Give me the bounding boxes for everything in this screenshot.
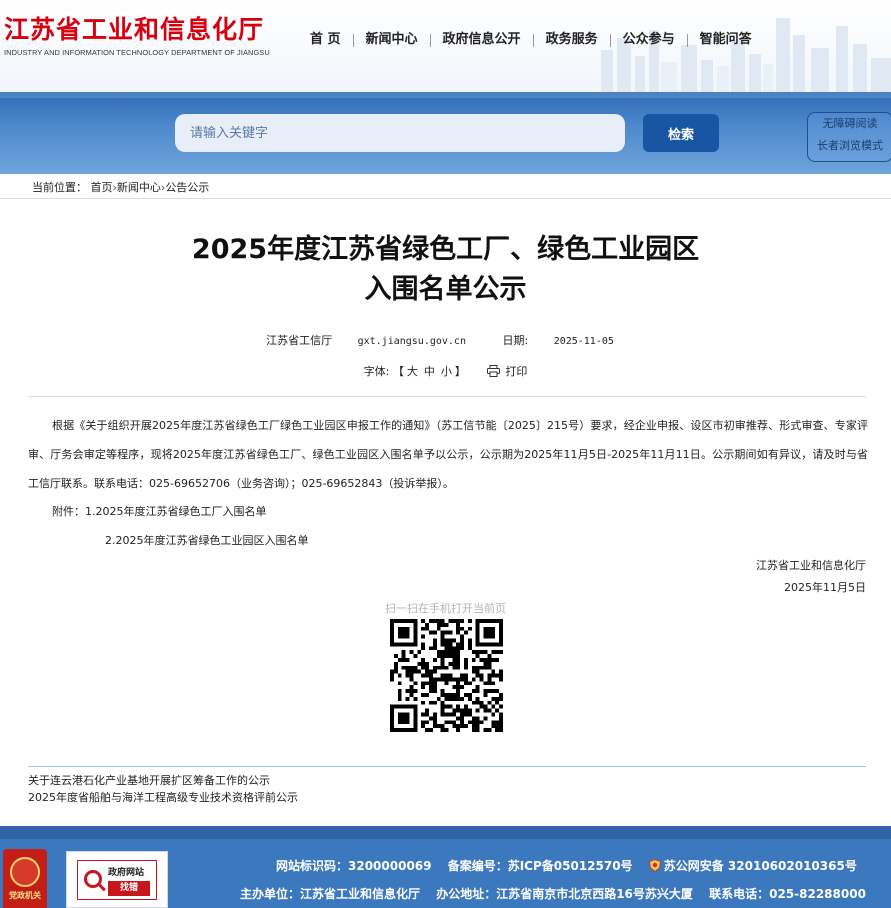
attachment-link-1[interactable]: 附件：1.2025年度江苏省绿色工厂入围名单 <box>52 497 267 526</box>
article-date: 2025-11-05 <box>553 336 614 347</box>
magnifier-handle-icon <box>98 883 106 892</box>
site-header: 江苏省工业和信息化厅 INDUSTRY AND INFORMATION TECH… <box>0 0 891 92</box>
signature-date: 2025年11月5日 <box>784 581 866 594</box>
gov-site-error-report-badge[interactable]: 政府网站 找错 <box>66 851 168 908</box>
nav-public-participation[interactable]: 公众参与 <box>611 31 687 49</box>
site-logo[interactable]: 江苏省工业和信息化厅 INDUSTRY AND INFORMATION TECH… <box>4 14 270 57</box>
icp-text: 备案编号：苏ICP备05012570号 <box>447 859 633 873</box>
elderly-mode-link[interactable]: 长者浏览模式 <box>808 135 891 157</box>
breadcrumb-home[interactable]: 首页 <box>91 181 113 194</box>
logo-chinese-name: 江苏省工业和信息化厅 <box>4 15 265 44</box>
print-button[interactable]: 打印 <box>487 365 527 378</box>
breadcrumb-news-center[interactable]: 新闻中心 <box>117 181 161 194</box>
logo-english-name: INDUSTRY AND INFORMATION TECHNOLOGY DEPA… <box>4 48 270 57</box>
gov-badge-title: 政府网站 <box>108 868 145 878</box>
article-meta: 江苏省工信厅 gxt.jiangsu.gov.cn 日期: 2025-11-05 <box>0 332 891 348</box>
breadcrumb-divider <box>0 198 891 199</box>
printer-icon <box>487 365 501 377</box>
print-label: 打印 <box>505 365 528 378</box>
police-record-link[interactable]: 苏公网安备 32010602010365号 <box>648 859 869 873</box>
breadcrumb-prefix: 当前位置： <box>32 181 87 194</box>
gov-badge-button: 找错 <box>108 881 150 896</box>
police-badge-icon <box>648 859 661 872</box>
related-links: 关于连云港石化产业基地开展扩区筹备工作的公示 2025年度省船舶与海洋工程高级专… <box>28 772 298 806</box>
office-address: 办公地址：江苏省南京市北京西路16号苏兴大厦 <box>436 887 693 901</box>
font-size-medium[interactable]: 中 <box>424 365 435 378</box>
footer-info-row-2: 主办单位：江苏省工业和信息化厅 办公地址：江苏省南京市北京西路16号苏兴大厦 联… <box>240 885 878 902</box>
search-banner: 检索 无障碍阅读 长者浏览模式 <box>0 92 891 174</box>
search-input[interactable] <box>175 114 625 152</box>
article-title: 2025年度江苏省绿色工厂、绿色工业园区 入围名单公示 <box>0 230 891 310</box>
article-body: 根据《关于组织开展2025年度江苏省绿色工厂绿色工业园区申报工作的通知》（苏工信… <box>28 419 868 490</box>
nav-home[interactable]: 首 页 <box>298 31 353 49</box>
gov-badge-frame: 政府网站 找错 <box>77 860 157 900</box>
party-badge-label: 党政机关 <box>9 890 41 900</box>
main-nav: 首 页 新闻中心 政府信息公开 政务服务 公众参与 智能问答 <box>298 31 764 49</box>
font-size-large[interactable]: 大 <box>407 365 418 378</box>
qr-code <box>390 619 503 732</box>
article-site: gxt.jiangsu.gov.cn <box>357 336 466 347</box>
article-divider <box>28 396 866 397</box>
attachment-link-2[interactable]: 2.2025年度江苏省绿色工业园区入围名单 <box>105 526 309 555</box>
footer-info-row-1: 网站标识码：3200000069 备案编号：苏ICP备05012570号 苏公网… <box>276 857 869 874</box>
police-record-text: 苏公网安备 32010602010365号 <box>663 859 857 873</box>
accessibility-panel: 无障碍阅读 长者浏览模式 <box>807 112 891 162</box>
font-size-label: 字体: <box>363 365 390 378</box>
site-footer: 党政机关 政府网站 找错 网站标识码：3200000069 备案编号：苏ICP备… <box>0 826 891 908</box>
site-code: 网站标识码：3200000069 <box>276 859 432 873</box>
icp-link[interactable]: 备案编号：苏ICP备05012570号 <box>448 859 645 873</box>
nav-news-center[interactable]: 新闻中心 <box>354 31 430 49</box>
article-title-line2: 入围名单公示 <box>364 274 527 305</box>
related-link[interactable]: 2025年度省船舶与海洋工程高级专业技术资格评前公示 <box>28 789 298 806</box>
article-date-label: 日期: <box>502 334 529 347</box>
nav-smart-qa[interactable]: 智能问答 <box>688 31 764 49</box>
nav-gov-services[interactable]: 政务服务 <box>534 31 610 49</box>
qr-caption: 扫一扫在手机打开当前页 <box>385 602 506 615</box>
article-title-line1: 2025年度江苏省绿色工厂、绿色工业园区 <box>191 234 700 265</box>
accessibility-reading-link[interactable]: 无障碍阅读 <box>808 113 891 135</box>
breadcrumb-announcements[interactable]: 公告公示 <box>165 181 209 194</box>
bracket-close: 】 <box>454 365 466 378</box>
host-org: 主办单位：江苏省工业和信息化厅 <box>240 887 421 901</box>
nav-gov-info-public[interactable]: 政府信息公开 <box>431 31 533 49</box>
search-button[interactable]: 检索 <box>643 114 719 152</box>
bracket-open: 【 <box>392 365 404 378</box>
contact-phone: 联系电话：025-82288000 <box>709 887 866 901</box>
banner-highlight <box>0 92 891 98</box>
related-link[interactable]: 关于连云港石化产业基地开展扩区筹备工作的公示 <box>28 772 298 789</box>
footer-top-band <box>0 826 891 839</box>
emblem-icon <box>10 856 40 887</box>
party-gov-badge[interactable]: 党政机关 <box>3 849 47 908</box>
related-divider <box>28 766 866 767</box>
breadcrumb: 当前位置： 首页›新闻中心›公告公示 <box>32 179 209 195</box>
article-source: 江苏省工信厅 <box>266 334 333 347</box>
font-size-small[interactable]: 小 <box>441 365 452 378</box>
article-tools: 字体: 【大中小】 打印 <box>0 363 891 379</box>
